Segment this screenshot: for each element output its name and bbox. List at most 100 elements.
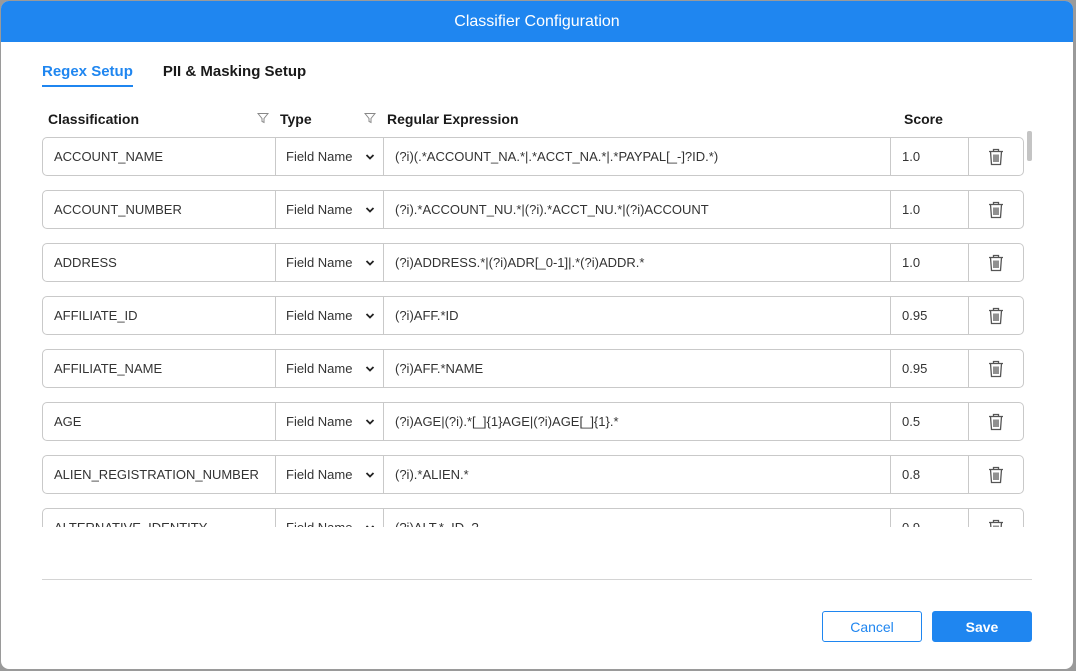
scrollbar-thumb[interactable]: [1027, 131, 1032, 161]
type-select[interactable]: Field Name: [276, 244, 384, 281]
table-row: ACCOUNT_NUMBER Field Name (?i).*ACCOUNT_NU…: [42, 190, 1024, 229]
table-header: Classification Type Regular Expression S…: [42, 109, 1022, 129]
classification-input[interactable]: AFFILIATE_ID: [43, 297, 276, 334]
score-value: 1.0: [902, 202, 921, 217]
classification-value: ADDRESS: [54, 255, 117, 270]
table-row: ALIEN_REGISTRATION_NUMBER Field Name (?i).…: [42, 455, 1024, 494]
type-select[interactable]: Field Name: [276, 350, 384, 387]
type-value: Field Name: [286, 308, 353, 323]
score-input[interactable]: 0.9: [891, 509, 969, 527]
score-value: 0.5: [902, 414, 921, 429]
score-input[interactable]: 1.0: [891, 138, 969, 175]
type-select[interactable]: Field Name: [276, 509, 384, 527]
classification-value: ACCOUNT_NAME: [54, 149, 164, 164]
classification-input[interactable]: AFFILIATE_NAME: [43, 350, 276, 387]
classification-input[interactable]: ALTERNATIVE_IDENTITY: [43, 509, 276, 527]
regex-input[interactable]: (?i).*ACCOUNT_NU.*|(?i).*ACCT_NU.*|(?i)A…: [384, 191, 891, 228]
tab-pii-masking-setup[interactable]: PII & Masking Setup: [163, 63, 306, 87]
regex-input[interactable]: (?i)ALT.*_ID_?: [384, 509, 891, 527]
delete-button[interactable]: [969, 350, 1023, 387]
type-value: Field Name: [286, 467, 353, 482]
regex-value: (?i).*ACCOUNT_NU.*|(?i).*ACCT_NU.*|(?i)A…: [395, 202, 709, 217]
regex-input[interactable]: (?i)AGE|(?i).*[_]{1}AGE|(?i)AGE[_]{1}.*: [384, 403, 891, 440]
score-value: 1.0: [902, 149, 921, 164]
cancel-button[interactable]: Cancel: [822, 611, 922, 642]
score-input[interactable]: 1.0: [891, 191, 969, 228]
classification-input[interactable]: ALIEN_REGISTRATION_NUMBER: [43, 456, 276, 493]
classification-value: AFFILIATE_NAME: [54, 361, 163, 376]
regex-input[interactable]: (?i)ADDRESS.*|(?i)ADR[_0-1]|.*(?i)ADDR.*: [384, 244, 891, 281]
type-value: Field Name: [286, 255, 353, 270]
score-value: 0.9: [902, 520, 920, 527]
table-row: AGE Field Name (?i)AGE|(?i).*[_]{1}AGE|(?i…: [42, 402, 1024, 441]
column-header-score: Score: [904, 111, 943, 127]
delete-button[interactable]: [969, 138, 1023, 175]
classification-input[interactable]: AGE: [43, 403, 276, 440]
type-select[interactable]: Field Name: [276, 138, 384, 175]
delete-button[interactable]: [969, 297, 1023, 334]
chevron-down-icon: [365, 259, 375, 266]
trash-icon: [989, 201, 1003, 218]
regex-value: (?i)AGE|(?i).*[_]{1}AGE|(?i)AGE[_]{1}.*: [395, 414, 619, 429]
dialog-title: Classifier Configuration: [454, 12, 620, 30]
filter-icon[interactable]: [364, 112, 376, 124]
dialog-title-bar: Classifier Configuration: [1, 1, 1073, 42]
classifier-list: ACCOUNT_NAME Field Name (?i)(.*ACCOUNT_NA.…: [42, 137, 1024, 527]
chevron-down-icon: [365, 524, 375, 527]
type-select[interactable]: Field Name: [276, 191, 384, 228]
scrollbar[interactable]: [1027, 131, 1032, 527]
score-value: 0.8: [902, 467, 921, 482]
classification-input[interactable]: ACCOUNT_NUMBER: [43, 191, 276, 228]
trash-icon: [989, 413, 1003, 430]
regex-input[interactable]: (?i)(.*ACCOUNT_NA.*|.*ACCT_NA.*|.*PAYPAL…: [384, 138, 891, 175]
footer-divider: [42, 579, 1032, 580]
type-value: Field Name: [286, 149, 353, 164]
score-value: 0.95: [902, 308, 928, 323]
classification-value: ALIEN_REGISTRATION_NUMBER: [54, 467, 259, 482]
delete-button[interactable]: [969, 403, 1023, 440]
delete-button[interactable]: [969, 244, 1023, 281]
type-select[interactable]: Field Name: [276, 403, 384, 440]
chevron-down-icon: [365, 312, 375, 319]
table-row: AFFILIATE_ID Field Name (?i)AFF.*ID 0.95: [42, 296, 1024, 335]
type-select[interactable]: Field Name: [276, 297, 384, 334]
score-value: 0.95: [902, 361, 928, 376]
classification-value: AGE: [54, 414, 82, 429]
score-input[interactable]: 0.95: [891, 297, 969, 334]
save-button[interactable]: Save: [932, 611, 1032, 642]
regex-input[interactable]: (?i)AFF.*NAME: [384, 350, 891, 387]
score-input[interactable]: 0.8: [891, 456, 969, 493]
trash-icon: [989, 254, 1003, 271]
regex-input[interactable]: (?i)AFF.*ID: [384, 297, 891, 334]
classification-value: ALTERNATIVE_IDENTITY: [54, 520, 207, 527]
delete-button[interactable]: [969, 191, 1023, 228]
score-input[interactable]: 0.95: [891, 350, 969, 387]
column-header-regex: Regular Expression: [387, 111, 519, 127]
table-row: ACCOUNT_NAME Field Name (?i)(.*ACCOUNT_NA.…: [42, 137, 1024, 176]
tab-regex-setup[interactable]: Regex Setup: [42, 63, 133, 87]
delete-button[interactable]: [969, 456, 1023, 493]
score-input[interactable]: 1.0: [891, 244, 969, 281]
classification-input[interactable]: ADDRESS: [43, 244, 276, 281]
regex-value: (?i)ALT.*_ID_?: [395, 520, 479, 527]
column-header-classification: Classification: [48, 111, 140, 127]
chevron-down-icon: [365, 153, 375, 160]
delete-button[interactable]: [969, 509, 1023, 527]
regex-value: (?i)AFF.*NAME: [395, 361, 484, 376]
regex-value: (?i)AFF.*ID: [395, 308, 459, 323]
trash-icon: [989, 360, 1003, 377]
type-select[interactable]: Field Name: [276, 456, 384, 493]
table-row: AFFILIATE_NAME Field Name (?i)AFF.*NAME 0.9…: [42, 349, 1024, 388]
column-header-type: Type: [280, 111, 312, 127]
regex-input[interactable]: (?i).*ALIEN.*: [384, 456, 891, 493]
trash-icon: [989, 148, 1003, 165]
table-row: ADDRESS Field Name (?i)ADDRESS.*|(?i)ADR[_…: [42, 243, 1024, 282]
score-input[interactable]: 0.5: [891, 403, 969, 440]
regex-value: (?i)ADDRESS.*|(?i)ADR[_0-1]|.*(?i)ADDR.*: [395, 255, 645, 270]
trash-icon: [989, 519, 1003, 527]
type-value: Field Name: [286, 202, 353, 217]
classification-input[interactable]: ACCOUNT_NAME: [43, 138, 276, 175]
regex-value: (?i).*ALIEN.*: [395, 467, 469, 482]
classifier-dialog: Classifier Configuration Regex Setup PII…: [1, 1, 1073, 669]
filter-icon[interactable]: [257, 112, 269, 124]
